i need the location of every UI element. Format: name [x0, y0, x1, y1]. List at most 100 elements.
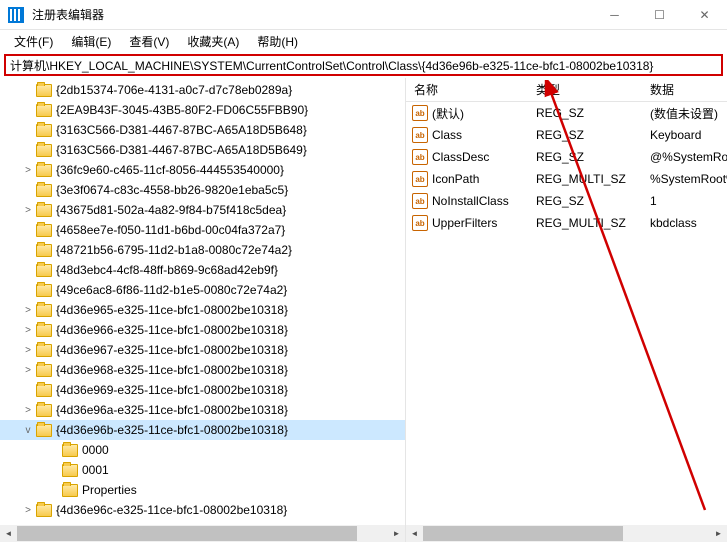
- tree-scrollbar[interactable]: ◄ ►: [0, 525, 406, 542]
- folder-icon: [36, 364, 52, 377]
- folder-icon: [36, 84, 52, 97]
- value-type: REG_MULTI_SZ: [536, 172, 650, 186]
- value-row[interactable]: abIconPathREG_MULTI_SZ%SystemRoot%\Sys: [406, 168, 727, 190]
- tree-item[interactable]: Properties: [0, 480, 405, 500]
- folder-icon: [36, 424, 52, 437]
- tree-label: Properties: [82, 483, 137, 497]
- window-title: 注册表编辑器: [32, 6, 592, 23]
- value-name: ClassDesc: [432, 150, 489, 164]
- string-value-icon: ab: [412, 149, 428, 165]
- value-name: Class: [432, 128, 462, 142]
- folder-icon: [36, 324, 52, 337]
- tree-item[interactable]: >{4d36e966-e325-11ce-bfc1-08002be10318}: [0, 320, 405, 340]
- value-row[interactable]: ab(默认)REG_SZ(数值未设置): [406, 102, 727, 124]
- values-scrollbar[interactable]: ◄ ►: [406, 525, 727, 542]
- string-value-icon: ab: [412, 215, 428, 231]
- scroll-right-icon[interactable]: ►: [388, 525, 405, 542]
- tree-item[interactable]: >{4d36e965-e325-11ce-bfc1-08002be10318}: [0, 300, 405, 320]
- tree-item[interactable]: {2EA9B43F-3045-43B5-80F2-FD06C55FBB90}: [0, 100, 405, 120]
- folder-icon: [36, 144, 52, 157]
- expander-icon[interactable]: >: [22, 405, 34, 416]
- tree-item[interactable]: >{36fc9e60-c465-11cf-8056-444553540000}: [0, 160, 405, 180]
- menu-help[interactable]: 帮助(H): [249, 31, 306, 52]
- expander-icon[interactable]: >: [22, 165, 34, 176]
- tree-label: {4d36e969-e325-11ce-bfc1-08002be10318}: [56, 383, 288, 397]
- tree-item[interactable]: 0001: [0, 460, 405, 480]
- menu-favorites[interactable]: 收藏夹(A): [179, 31, 247, 52]
- column-type[interactable]: 类型: [536, 81, 650, 98]
- value-row[interactable]: ab NoInstallClass REG_SZ1: [406, 190, 727, 212]
- address-bar[interactable]: 计算机\HKEY_LOCAL_MACHINE\SYSTEM\CurrentCon…: [4, 54, 723, 76]
- column-data[interactable]: 数据: [650, 81, 727, 98]
- tree-item[interactable]: {2db15374-706e-4131-a0c7-d7c78eb0289a}: [0, 80, 405, 100]
- values-header: 名称 类型 数据: [406, 78, 727, 102]
- value-row[interactable]: abClassDescREG_SZ@%SystemRoot%\S: [406, 146, 727, 168]
- tree-label: {4d36e967-e325-11ce-bfc1-08002be10318}: [56, 343, 288, 357]
- folder-icon: [36, 104, 52, 117]
- tree-label: {4d36e96c-e325-11ce-bfc1-08002be10318}: [56, 503, 287, 517]
- tree-label: {4d36e96a-e325-11ce-bfc1-08002be10318}: [56, 403, 288, 417]
- folder-icon: [36, 264, 52, 277]
- folder-icon: [36, 504, 52, 517]
- value-type: REG_SZ: [536, 128, 650, 142]
- value-row[interactable]: abUpperFiltersREG_MULTI_SZkbdclass: [406, 212, 727, 234]
- tree-item[interactable]: {4d36e969-e325-11ce-bfc1-08002be10318}: [0, 380, 405, 400]
- tree-label: {3e3f0674-c83c-4558-bb26-9820e1eba5c5}: [56, 183, 288, 197]
- tree-item[interactable]: {3163C566-D381-4467-87BC-A65A18D5B649}: [0, 140, 405, 160]
- tree-item[interactable]: >{4d36e968-e325-11ce-bfc1-08002be10318}: [0, 360, 405, 380]
- expander-icon[interactable]: >: [22, 345, 34, 356]
- tree-item[interactable]: >{43675d81-502a-4a82-9f84-b75f418c5dea}: [0, 200, 405, 220]
- tree-item[interactable]: {48721b56-6795-11d2-b1a8-0080c72e74a2}: [0, 240, 405, 260]
- titlebar: 注册表编辑器 ─ ☐ ✕: [0, 0, 727, 30]
- tree-item[interactable]: > {4d36e96a-e325-11ce-bfc1-08002be10318}: [0, 400, 405, 420]
- tree-item[interactable]: 0000: [0, 440, 405, 460]
- expander-icon[interactable]: v: [22, 425, 34, 436]
- value-data: 1: [650, 194, 727, 208]
- expander-icon[interactable]: >: [22, 305, 34, 316]
- menu-edit[interactable]: 编辑(E): [63, 31, 119, 52]
- value-type: REG_SZ: [536, 150, 650, 164]
- tree-item[interactable]: > {4d36e967-e325-11ce-bfc1-08002be10318}: [0, 340, 405, 360]
- scroll-left-icon[interactable]: ◄: [0, 525, 17, 542]
- values-pane[interactable]: 名称 类型 数据 ab(默认)REG_SZ(数值未设置)ab Class REG_S…: [406, 78, 727, 542]
- tree-item[interactable]: {4658ee7e-f050-11d1-b6bd-00c04fa372a7}: [0, 220, 405, 240]
- value-name: IconPath: [432, 172, 479, 186]
- column-name[interactable]: 名称: [406, 81, 536, 98]
- close-button[interactable]: ✕: [682, 0, 727, 30]
- app-icon: [8, 7, 24, 23]
- folder-icon: [62, 444, 78, 457]
- scroll-right-icon[interactable]: ►: [710, 525, 727, 542]
- folder-icon: [36, 384, 52, 397]
- tree-label: {3163C566-D381-4467-87BC-A65A18D5B648}: [56, 123, 307, 137]
- expander-icon[interactable]: >: [22, 365, 34, 376]
- menubar: 文件(F) 编辑(E) 查看(V) 收藏夹(A) 帮助(H): [0, 30, 727, 52]
- tree-label: 0000: [82, 443, 109, 457]
- tree-item[interactable]: > {4d36e96c-e325-11ce-bfc1-08002be10318}: [0, 500, 405, 520]
- menu-file[interactable]: 文件(F): [6, 31, 61, 52]
- value-name: NoInstallClass: [432, 194, 509, 208]
- tree-item[interactable]: v {4d36e96b-e325-11ce-bfc1-08002be10318}: [0, 420, 405, 440]
- value-name: UpperFilters: [432, 216, 497, 230]
- minimize-button[interactable]: ─: [592, 0, 637, 30]
- tree-label: {48d3ebc4-4cf8-48ff-b869-9c68ad42eb9f}: [56, 263, 278, 277]
- string-value-icon: ab: [412, 193, 428, 209]
- tree-pane[interactable]: {2db15374-706e-4131-a0c7-d7c78eb0289a} {…: [0, 78, 406, 542]
- expander-icon[interactable]: >: [22, 505, 34, 516]
- scroll-left-icon[interactable]: ◄: [406, 525, 423, 542]
- maximize-button[interactable]: ☐: [637, 0, 682, 30]
- scrollbar-thumb[interactable]: [423, 526, 623, 541]
- tree-item[interactable]: {48d3ebc4-4cf8-48ff-b869-9c68ad42eb9f}: [0, 260, 405, 280]
- menu-view[interactable]: 查看(V): [121, 31, 177, 52]
- value-row[interactable]: abClassREG_SZKeyboard: [406, 124, 727, 146]
- expander-icon[interactable]: >: [22, 205, 34, 216]
- tree-item[interactable]: {3e3f0674-c83c-4558-bb26-9820e1eba5c5}: [0, 180, 405, 200]
- tree-item[interactable]: {3163C566-D381-4467-87BC-A65A18D5B648}: [0, 120, 405, 140]
- tree-label: 0001: [82, 463, 109, 477]
- expander-icon[interactable]: >: [22, 325, 34, 336]
- folder-icon: [36, 244, 52, 257]
- value-type: REG_SZ: [536, 194, 650, 208]
- tree-item[interactable]: {49ce6ac8-6f86-11d2-b1e5-0080c72e74a2}: [0, 280, 405, 300]
- tree-label: {4d36e96b-e325-11ce-bfc1-08002be10318}: [56, 423, 288, 437]
- folder-icon: [36, 124, 52, 137]
- scrollbar-thumb[interactable]: [17, 526, 357, 541]
